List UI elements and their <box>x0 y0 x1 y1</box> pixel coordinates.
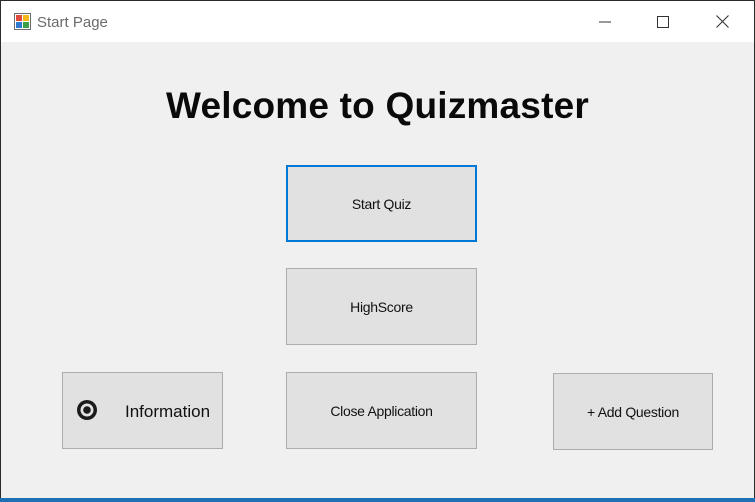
start-quiz-button[interactable]: Start Quiz <box>286 165 477 242</box>
information-label: Information <box>125 402 211 421</box>
windows-form-icon <box>14 13 31 30</box>
close-window-button[interactable] <box>693 1 751 42</box>
information-button[interactable]: Information <box>62 372 223 449</box>
highscore-button[interactable]: HighScore <box>286 268 477 345</box>
title-bar[interactable]: Start Page <box>1 1 754 42</box>
maximize-button[interactable] <box>634 1 692 42</box>
welcome-heading: Welcome to Quizmaster <box>166 85 589 126</box>
close-icon <box>715 15 729 28</box>
taskbar-edge <box>0 498 755 502</box>
start-page-window: Start Page Welcome to Quizmaster Start Q… <box>0 0 755 499</box>
close-application-button[interactable]: Close Application <box>286 372 477 449</box>
maximize-icon <box>657 15 669 28</box>
window-title: Start Page <box>37 14 108 31</box>
radio-info-icon <box>77 400 97 420</box>
add-question-button[interactable]: + Add Question <box>553 373 713 450</box>
minimize-button[interactable] <box>576 1 634 42</box>
minimize-icon <box>599 21 611 22</box>
